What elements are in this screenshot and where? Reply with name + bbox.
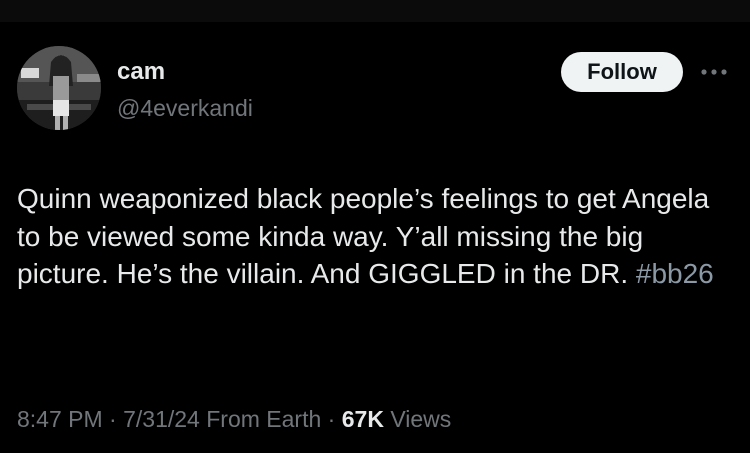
tweet-date[interactable]: 7/31/24 xyxy=(123,406,200,432)
author-display-name[interactable]: cam xyxy=(117,58,165,86)
meta-separator: · xyxy=(109,406,117,432)
more-options-button[interactable] xyxy=(694,60,734,84)
tweet-source: From Earth xyxy=(206,406,322,432)
avatar[interactable] xyxy=(17,46,101,130)
tweet-time[interactable]: 8:47 PM xyxy=(17,406,103,432)
tweet-meta: 8:47 PM · 7/31/24 From Earth · 67K Views xyxy=(17,404,451,434)
hashtag-link[interactable]: #bb26 xyxy=(636,258,714,289)
tweet-text: Quinn weaponized black people’s feelings… xyxy=(17,180,732,293)
more-horizontal-icon xyxy=(701,69,727,75)
avatar-photo xyxy=(17,46,101,130)
author-handle[interactable]: @4everkandi xyxy=(117,94,253,122)
follow-button[interactable]: Follow xyxy=(561,52,683,92)
tweet-body: Quinn weaponized black people’s feelings… xyxy=(17,183,710,289)
meta-separator-2: · xyxy=(327,406,336,432)
views-label[interactable]: Views xyxy=(390,406,451,432)
views-count[interactable]: 67K xyxy=(342,406,384,432)
top-strip xyxy=(0,0,750,22)
